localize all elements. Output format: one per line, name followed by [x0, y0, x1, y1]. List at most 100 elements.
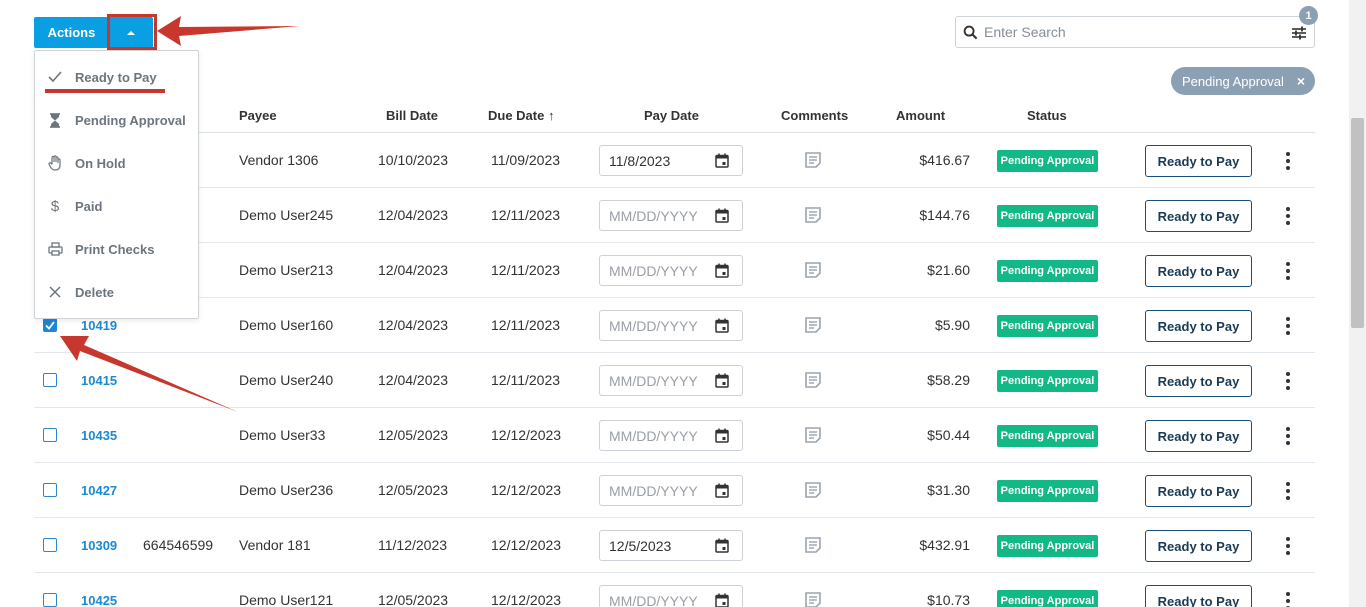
ready-to-pay-button[interactable]: Ready to Pay — [1145, 365, 1252, 397]
comments-icon[interactable] — [804, 243, 822, 297]
bill-number-link[interactable]: 10427 — [81, 463, 117, 517]
calendar-icon[interactable] — [715, 318, 729, 336]
menu-item-pending-approval[interactable]: Pending Approval — [35, 106, 198, 134]
row-checkbox[interactable] — [43, 318, 57, 332]
pay-date-input[interactable]: 12/5/2023 — [599, 530, 743, 561]
row-checkbox[interactable] — [43, 593, 57, 607]
ready-to-pay-button[interactable]: Ready to Pay — [1145, 200, 1252, 232]
table-row: Demo User213 12/04/2023 12/11/2023 MM/DD… — [34, 243, 1315, 298]
scrollbar-thumb[interactable] — [1351, 118, 1364, 328]
ready-to-pay-button[interactable]: Ready to Pay — [1145, 585, 1252, 607]
bill-number-link[interactable]: 10435 — [81, 408, 117, 462]
bill-date: 10/10/2023 — [378, 152, 449, 168]
calendar-icon[interactable] — [715, 483, 729, 501]
column-header-status[interactable]: Status — [1027, 108, 1067, 123]
comments-icon[interactable] — [804, 188, 822, 242]
status-badge: Pending Approval — [997, 370, 1098, 392]
column-header-pay-date[interactable]: Pay Date — [644, 108, 699, 123]
calendar-icon[interactable] — [715, 208, 729, 226]
calendar-icon[interactable] — [715, 373, 729, 391]
calendar-icon[interactable] — [715, 428, 729, 446]
pay-date-input[interactable]: MM/DD/YYYY — [599, 475, 743, 506]
calendar-icon[interactable] — [715, 593, 729, 607]
ready-to-pay-button[interactable]: Ready to Pay — [1145, 420, 1252, 452]
pay-date-input[interactable]: MM/DD/YYYY — [599, 200, 743, 231]
status-badge: Pending Approval — [997, 425, 1098, 447]
row-checkbox[interactable] — [43, 538, 57, 552]
ready-to-pay-button[interactable]: Ready to Pay — [1145, 255, 1252, 287]
menu-item-print-checks[interactable]: Print Checks — [35, 235, 198, 263]
dollar-icon: $ — [50, 197, 60, 215]
comments-icon[interactable] — [804, 408, 822, 462]
menu-item-label: Delete — [75, 284, 115, 300]
ready-to-pay-button[interactable]: Ready to Pay — [1145, 145, 1252, 177]
pay-date-input[interactable]: MM/DD/YYYY — [599, 365, 743, 396]
more-options-icon[interactable] — [1283, 372, 1293, 390]
comments-icon[interactable] — [804, 353, 822, 407]
comments-icon[interactable] — [804, 518, 822, 572]
menu-item-on-hold[interactable]: On Hold — [35, 149, 198, 177]
due-date: 11/09/2023 — [491, 152, 561, 168]
amount: $50.44 — [927, 427, 970, 443]
more-options-icon[interactable] — [1283, 262, 1293, 280]
table-row: Vendor 1306 10/10/2023 11/09/2023 11/8/2… — [34, 133, 1315, 188]
pay-date-placeholder: MM/DD/YYYY — [609, 207, 698, 224]
ready-to-pay-button[interactable]: Ready to Pay — [1145, 530, 1252, 562]
bill-number-link[interactable]: 10309 — [81, 518, 117, 572]
amount: $416.67 — [919, 152, 970, 168]
calendar-icon[interactable] — [715, 538, 729, 556]
table-row: 10415 Demo User240 12/04/2023 12/11/2023… — [34, 353, 1315, 408]
row-checkbox[interactable] — [43, 428, 57, 442]
menu-item-paid[interactable]: $ Paid — [35, 192, 198, 220]
filter-sliders-icon[interactable] — [1288, 22, 1310, 44]
more-options-icon[interactable] — [1283, 427, 1293, 445]
payee-name: Demo User245 — [239, 207, 334, 223]
row-checkbox[interactable] — [43, 373, 57, 387]
ready-to-pay-button[interactable]: Ready to Pay — [1145, 475, 1252, 507]
check-icon — [35, 71, 75, 83]
calendar-icon[interactable] — [715, 263, 729, 281]
comments-icon[interactable] — [804, 573, 822, 607]
filter-chip: Pending Approval × — [1171, 67, 1315, 95]
column-header-bill-date[interactable]: Bill Date — [386, 108, 438, 123]
payee-name: Demo User33 — [239, 427, 326, 443]
comments-icon[interactable] — [804, 298, 822, 352]
pay-date-input[interactable]: MM/DD/YYYY — [599, 585, 743, 607]
pay-date-input[interactable]: MM/DD/YYYY — [599, 310, 743, 341]
chip-close-icon[interactable]: × — [1297, 73, 1305, 89]
more-options-icon[interactable] — [1283, 152, 1293, 170]
more-options-icon[interactable] — [1283, 207, 1293, 225]
bill-date: 12/04/2023 — [378, 207, 449, 223]
actions-dropdown-toggle[interactable] — [109, 17, 153, 48]
comments-icon[interactable] — [804, 463, 822, 517]
amount: $10.73 — [927, 592, 970, 607]
due-date: 12/12/2023 — [491, 482, 562, 498]
column-header-comments[interactable]: Comments — [781, 108, 848, 123]
column-header-payee[interactable]: Payee — [239, 108, 277, 123]
menu-item-label: Pending Approval — [75, 112, 186, 128]
column-header-due-date[interactable]: Due Date ↑ — [488, 108, 554, 123]
actions-button[interactable]: Actions — [34, 17, 109, 48]
search-input[interactable] — [984, 18, 1314, 46]
column-header-amount[interactable]: Amount — [896, 108, 945, 123]
pay-date-input[interactable]: MM/DD/YYYY — [599, 255, 743, 286]
due-date: 12/11/2023 — [491, 262, 561, 278]
ready-to-pay-button[interactable]: Ready to Pay — [1145, 310, 1252, 342]
more-options-icon[interactable] — [1283, 482, 1293, 500]
row-checkbox[interactable] — [43, 483, 57, 497]
search-box[interactable] — [955, 16, 1315, 48]
menu-item-label: Print Checks — [75, 241, 155, 257]
menu-item-delete[interactable]: Delete — [35, 278, 198, 306]
more-options-icon[interactable] — [1283, 317, 1293, 335]
pay-date-input[interactable]: 11/8/2023 — [599, 145, 743, 176]
menu-item-ready-to-pay[interactable]: Ready to Pay — [35, 63, 198, 91]
bill-number-link[interactable]: 10415 — [81, 353, 117, 407]
vertical-scrollbar[interactable] — [1349, 0, 1366, 607]
pay-date-input[interactable]: MM/DD/YYYY — [599, 420, 743, 451]
calendar-icon[interactable] — [715, 153, 729, 171]
more-options-icon[interactable] — [1283, 537, 1293, 555]
bill-number-link[interactable]: 10425 — [81, 573, 117, 607]
pay-date-value: 12/5/2023 — [609, 537, 672, 554]
more-options-icon[interactable] — [1283, 592, 1293, 607]
comments-icon[interactable] — [804, 133, 822, 187]
